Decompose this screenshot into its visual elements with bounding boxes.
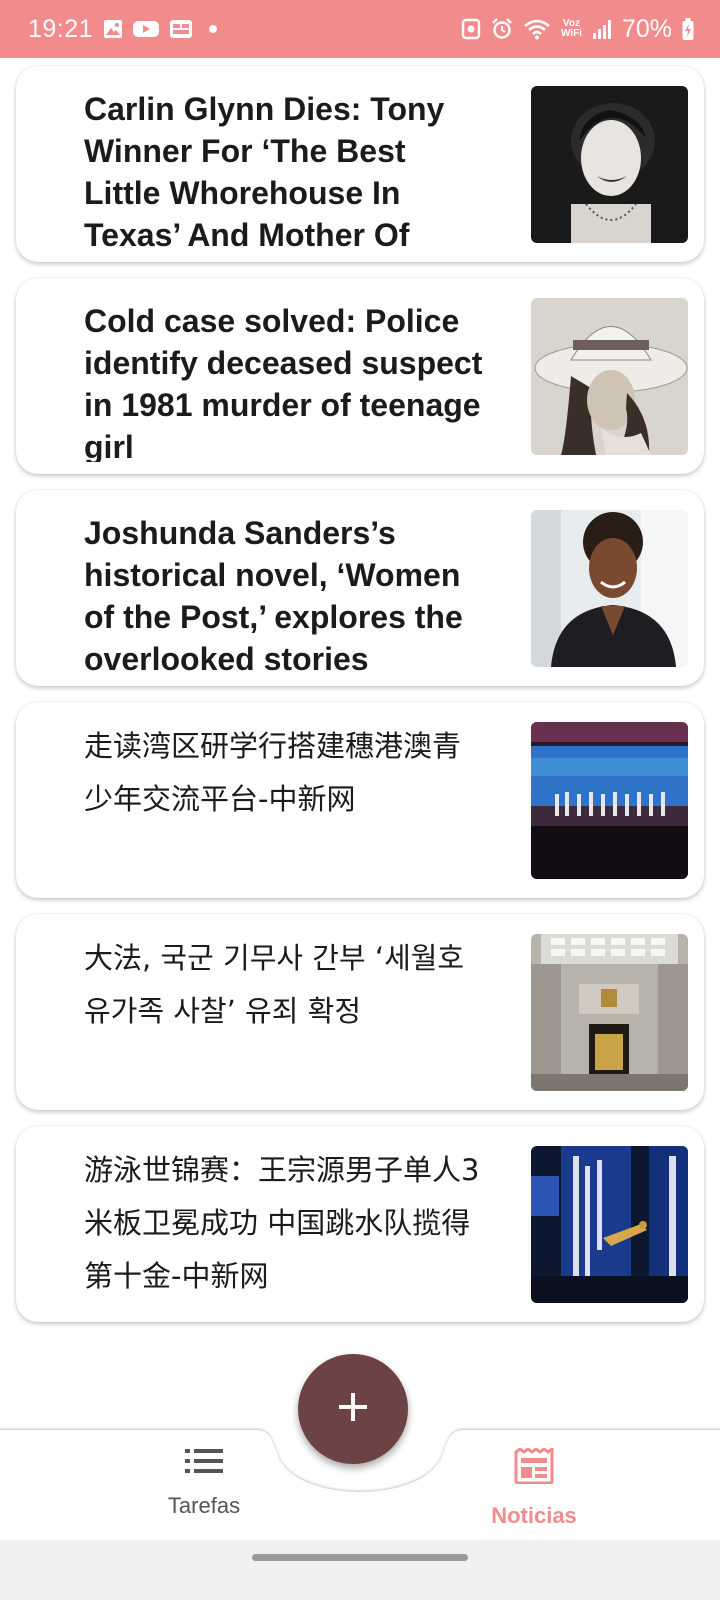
nav-news[interactable]: Noticias	[454, 1446, 614, 1529]
sync-icon	[461, 18, 481, 40]
system-gesture-area	[0, 1540, 720, 1600]
news-title: 走读湾区研学行搭建穗港澳青少年交流平台-中新网	[84, 729, 462, 816]
news-card[interactable]: Joshunda Sanders’s historical novel, ‘Wo…	[16, 490, 704, 686]
wifi-icon	[523, 18, 551, 40]
voz-wifi-indicator: Voz WiFi	[561, 19, 582, 39]
news-thumbnail	[531, 1146, 688, 1303]
home-gesture-bar[interactable]	[252, 1554, 468, 1561]
add-button[interactable]	[298, 1354, 408, 1464]
news-title: Carlin Glynn Dies: Tony Winner For ‘The …	[84, 91, 445, 250]
news-thumbnail	[531, 86, 688, 243]
status-time: 19:21	[28, 14, 94, 43]
wifi-label: WiFi	[560, 28, 582, 39]
more-notifications-icon	[209, 25, 218, 33]
news-card[interactable]: Cold case solved: Police identify deceas…	[16, 278, 704, 474]
nav-tasks-label: Tarefas	[167, 1493, 241, 1518]
signal-icon	[592, 19, 612, 39]
news-thumbnail	[531, 934, 688, 1091]
newspaper-icon	[514, 1446, 554, 1489]
news-title: 游泳世锦赛：王宗源男子单人3米板卫冕成功 中国跳水队揽得第十金-中新网	[84, 1153, 480, 1293]
youtube-notification-icon	[133, 19, 160, 39]
news-card[interactable]: 大法, 국군 기무사 간부 ‘세월호 유가족 사찰’ 유죄 확정	[16, 914, 704, 1110]
news-title: Joshunda Sanders’s historical novel, ‘Wo…	[84, 515, 463, 674]
news-thumbnail	[531, 298, 688, 455]
news-title: 大法, 국군 기무사 간부 ‘세월호 유가족 사찰’ 유죄 확정	[84, 941, 465, 1028]
status-right: Voz WiFi 70%	[461, 15, 694, 44]
nav-tasks[interactable]: Tarefas	[124, 1448, 284, 1519]
list-icon	[185, 1448, 223, 1479]
news-thumbnail	[531, 510, 688, 667]
news-card[interactable]: Carlin Glynn Dies: Tony Winner For ‘The …	[16, 66, 704, 262]
battery-charging-icon	[682, 18, 694, 40]
news-title: Cold case solved: Police identify deceas…	[84, 303, 483, 462]
news-thumbnail	[531, 722, 688, 879]
plus-icon	[337, 1391, 369, 1427]
gallery-notification-icon	[103, 19, 123, 39]
nav-news-label: Noticias	[491, 1503, 577, 1528]
news-card[interactable]: 走读湾区研学行搭建穗港澳青少年交流平台-中新网	[16, 702, 704, 898]
app-notification-icon	[169, 18, 193, 40]
alarm-icon	[491, 18, 513, 40]
battery-percent: 70%	[621, 14, 672, 43]
news-card[interactable]: 游泳世锦赛：王宗源男子单人3米板卫冕成功 中国跳水队揽得第十金-中新网	[16, 1126, 704, 1322]
status-bar: 19:21 Voz WiFi 70%	[0, 0, 720, 58]
status-left: 19:21	[28, 14, 218, 44]
